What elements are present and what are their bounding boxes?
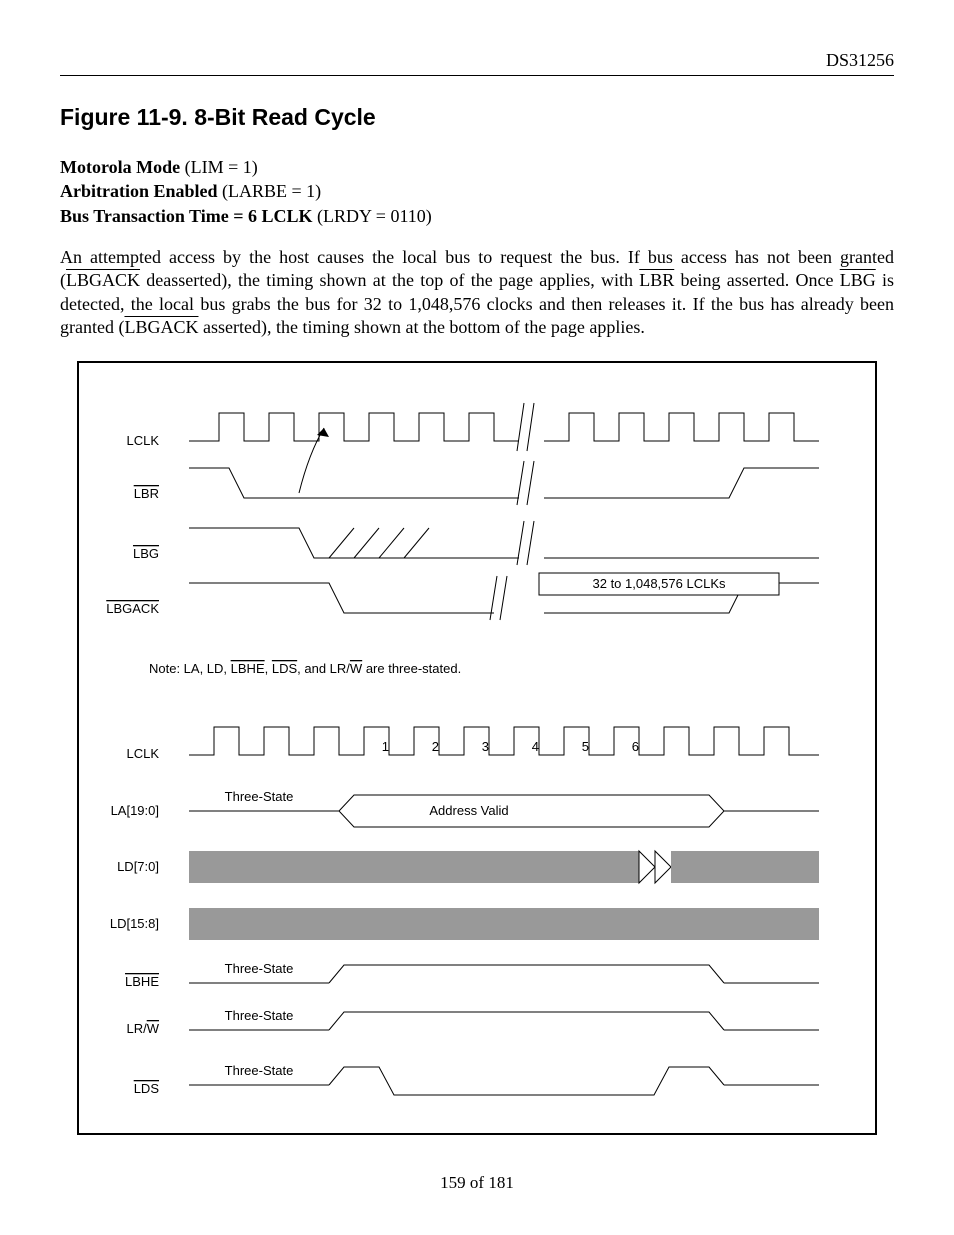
wave-ld-hi: [189, 908, 819, 940]
note-m1: ,: [265, 661, 272, 676]
label-lrw: LR/W: [126, 1021, 159, 1036]
note-line: Note: LA, LD, LBHE, LDS, and LR/W are th…: [149, 661, 461, 676]
timing-diagram: LCLK LBR LBG: [77, 361, 877, 1135]
lbhe-three-state: Three-State: [225, 961, 294, 976]
timing-svg: LCLK LBR LBG: [99, 383, 855, 1103]
mode-line-1: Motorola Mode (LIM = 1): [60, 155, 894, 179]
cycle-6: 6: [632, 739, 639, 754]
cycle-5: 5: [582, 739, 589, 754]
wave-lclk-top: [189, 403, 819, 451]
la-addr-valid: Address Valid: [429, 803, 508, 818]
arrow-curve: [299, 428, 324, 493]
header: DS31256: [60, 50, 894, 76]
lclk-range-text: 32 to 1,048,576 LCLKs: [593, 576, 726, 591]
page: DS31256 Figure 11-9. 8-Bit Read Cycle Mo…: [0, 0, 954, 1233]
mode-2-rest: (LARBE = 1): [218, 181, 322, 201]
label-lbr: LBR: [134, 486, 159, 501]
doc-id: DS31256: [826, 50, 894, 70]
label-lclk-bot: LCLK: [126, 746, 159, 761]
label-lbg: LBG: [133, 546, 159, 561]
figure-number: Figure 11-9.: [60, 104, 188, 130]
figure-name: 8-Bit Read Cycle: [194, 104, 376, 130]
figure-title: Figure 11-9. 8-Bit Read Cycle: [60, 104, 894, 131]
para-text-2: deasserted), the timing shown at the top…: [140, 270, 639, 290]
mode-3-bold: Bus Transaction Time = 6 LCLK: [60, 206, 312, 226]
para-sig-4: LBGACK: [124, 317, 198, 337]
lrw-pre: LR/: [126, 1021, 147, 1036]
para-text-5: asserted), the timing shown at the botto…: [198, 317, 644, 337]
cycle-4: 4: [532, 739, 539, 754]
mode-line-3: Bus Transaction Time = 6 LCLK (LRDY = 01…: [60, 204, 894, 228]
mode-3-rest: (LRDY = 0110): [312, 206, 431, 226]
lds-three-state: Three-State: [225, 1063, 294, 1078]
cycle-2: 2: [432, 739, 439, 754]
lrw-w: W: [147, 1021, 160, 1036]
note-m2: , and LR/: [297, 661, 350, 676]
label-la: LA[19:0]: [111, 803, 159, 818]
label-lclk-top: LCLK: [126, 433, 159, 448]
wave-lbg: [189, 521, 819, 565]
mode-1-rest: (LIM = 1): [180, 157, 258, 177]
cycle-1: 1: [382, 739, 389, 754]
label-lbhe: LBHE: [125, 974, 159, 989]
label-ld-lo: LD[7:0]: [117, 859, 159, 874]
note-s3: W: [350, 661, 363, 676]
para-text-3: being asserted. Once: [674, 270, 839, 290]
note-pre: Note: LA, LD,: [149, 661, 231, 676]
wave-ld-lo: [189, 851, 819, 883]
note-post: are three-stated.: [362, 661, 461, 676]
wave-lclk-bot: [189, 727, 819, 755]
note-s1: LBHE: [231, 661, 265, 676]
note-s2: LDS: [272, 661, 298, 676]
mode-2-bold: Arbitration Enabled: [60, 181, 218, 201]
label-lds: LDS: [134, 1081, 160, 1096]
la-three-state: Three-State: [225, 789, 294, 804]
para-sig-2: LBR: [639, 270, 674, 290]
page-number: 159 of 181: [60, 1173, 894, 1193]
mode-1-bold: Motorola Mode: [60, 157, 180, 177]
wave-lbr: [189, 461, 819, 505]
cycle-3: 3: [482, 739, 489, 754]
mode-block: Motorola Mode (LIM = 1) Arbitration Enab…: [60, 155, 894, 228]
mode-line-2: Arbitration Enabled (LARBE = 1): [60, 179, 894, 203]
label-lbgack: LBGACK: [106, 601, 159, 616]
body-paragraph: An attempted access by the host causes t…: [60, 246, 894, 340]
para-sig-3: LBG: [840, 270, 876, 290]
label-ld-hi: LD[15:8]: [110, 916, 159, 931]
para-sig-1: LBGACK: [66, 270, 140, 290]
lrw-three-state: Three-State: [225, 1008, 294, 1023]
